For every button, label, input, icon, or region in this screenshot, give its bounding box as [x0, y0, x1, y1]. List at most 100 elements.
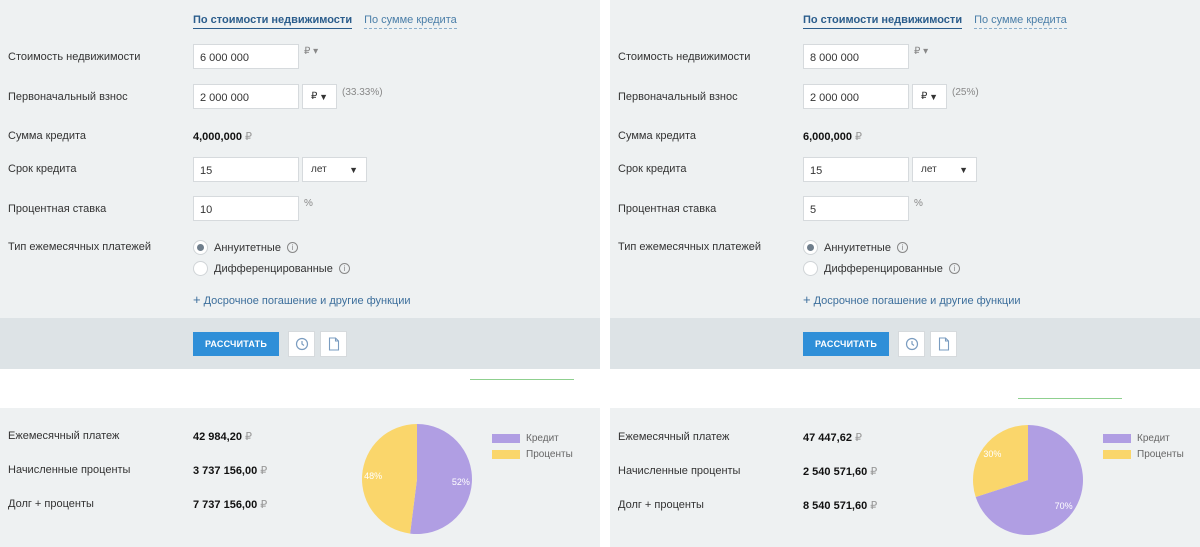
down-payment-input[interactable]: 2 000 000: [193, 84, 299, 109]
plus-icon: +: [193, 292, 201, 307]
legend-item-credit: Кредит: [1103, 430, 1184, 446]
info-icon[interactable]: i: [948, 263, 960, 274]
info-icon[interactable]: i: [286, 242, 298, 253]
radio-unchecked-icon[interactable]: [193, 261, 208, 276]
pie-label-interest: 30%: [983, 449, 1001, 459]
divider-strip: [0, 369, 600, 408]
tab-by-property-cost[interactable]: По стоимости недвижимости: [193, 14, 353, 29]
down-payment-input[interactable]: 2 000 000: [803, 84, 909, 109]
property-cost-input[interactable]: 6 000 000: [193, 44, 299, 69]
property-cost-input[interactable]: 8 000 000: [803, 44, 909, 69]
accrued-interest-label: Начисленные проценты: [618, 465, 741, 477]
term-label: Срок кредита: [8, 163, 77, 175]
clock-icon: [295, 337, 308, 351]
plus-icon: +: [803, 292, 811, 307]
legend-item-interest: Проценты: [1103, 446, 1184, 462]
rate-unit: %: [304, 198, 313, 209]
pie-label-interest: 48%: [364, 471, 382, 481]
debt-plus-interest-value: 8 540 571,60 ₽: [803, 500, 878, 512]
legend-swatch-credit: [1103, 433, 1131, 443]
chevron-down-icon: ▼: [929, 91, 938, 102]
radio-differentiated-label: Дифференцированные: [214, 262, 333, 275]
pie-label-credit: 52%: [452, 477, 470, 487]
document-button[interactable]: [320, 331, 347, 357]
radio-annuity[interactable]: Аннуитетные i: [193, 240, 298, 255]
info-icon[interactable]: i: [896, 242, 908, 253]
accrued-interest-value: 2 540 571,60 ₽: [803, 466, 878, 478]
legend-label-credit: Кредит: [526, 432, 559, 444]
radio-checked-icon[interactable]: [803, 240, 818, 255]
chevron-down-icon: ▼: [319, 91, 328, 102]
down-payment-label: Первоначальный взнос: [8, 91, 128, 103]
down-payment-unit-value: ₽: [311, 91, 318, 102]
calculate-button[interactable]: РАССЧИТАТЬ: [803, 332, 889, 356]
debt-plus-interest-label: Долг + проценты: [8, 498, 94, 510]
legend-swatch-interest: [1103, 449, 1131, 459]
property-cost-label: Стоимость недвижимости: [618, 51, 751, 63]
radio-annuity[interactable]: Аннуитетные i: [803, 240, 908, 255]
more-functions-link[interactable]: + Досрочное погашение и другие функции: [193, 292, 411, 307]
calculate-button[interactable]: РАССЧИТАТЬ: [193, 332, 279, 356]
divider-strip: [610, 369, 1200, 408]
more-functions-label: Досрочное погашение и другие функции: [813, 295, 1021, 307]
legend-label-interest: Проценты: [1137, 448, 1184, 460]
loan-amount-value: 6,000,000 ₽: [803, 131, 862, 143]
term-unit-select[interactable]: лет ▼: [912, 157, 977, 182]
document-icon: [938, 337, 949, 351]
info-icon[interactable]: i: [338, 263, 350, 274]
down-payment-unit-select[interactable]: ₽ ▼: [912, 84, 947, 109]
radio-checked-icon[interactable]: [193, 240, 208, 255]
rate-label: Процентная ставка: [8, 203, 107, 215]
term-unit-value: лет: [921, 164, 937, 175]
more-functions-link[interactable]: + Досрочное погашение и другие функции: [803, 292, 1021, 307]
pie-legend: Кредит Проценты: [492, 430, 573, 462]
term-input[interactable]: 15: [803, 157, 909, 182]
mode-tabs: По стоимости недвижимости По сумме креди…: [803, 14, 1067, 29]
term-label: Срок кредита: [618, 163, 687, 175]
down-payment-unit-select[interactable]: ₽ ▼: [302, 84, 337, 109]
down-payment-percent: (25%): [952, 87, 979, 98]
radio-differentiated[interactable]: Дифференцированные i: [193, 261, 350, 276]
results-area: [610, 408, 1200, 547]
legend-item-interest: Проценты: [492, 446, 573, 462]
mode-tabs: По стоимости недвижимости По сумме креди…: [193, 14, 457, 29]
down-payment-label: Первоначальный взнос: [618, 91, 738, 103]
payment-type-label: Тип ежемесячных платежей: [618, 241, 762, 253]
loan-amount-label: Сумма кредита: [618, 130, 697, 142]
pie-legend: Кредит Проценты: [1103, 430, 1184, 462]
payment-pie-chart: 52% 48%: [362, 424, 473, 534]
debt-plus-interest-value: 7 737 156,00 ₽: [193, 499, 268, 511]
document-button[interactable]: [930, 331, 957, 357]
radio-annuity-label: Аннуитетные: [824, 241, 891, 254]
legend-item-credit: Кредит: [492, 430, 573, 446]
monthly-payment-label: Ежемесячный платеж: [618, 431, 730, 443]
property-cost-currency-dropdown[interactable]: ₽ ▾: [304, 46, 318, 57]
tab-by-loan-amount[interactable]: По сумме кредита: [364, 14, 457, 29]
term-unit-value: лет: [311, 164, 327, 175]
tab-by-property-cost[interactable]: По стоимости недвижимости: [803, 14, 963, 29]
rate-input[interactable]: 10: [193, 196, 299, 221]
pie-label-credit: 70%: [1055, 501, 1073, 511]
rate-input[interactable]: 5: [803, 196, 909, 221]
down-payment-unit-value: ₽: [921, 91, 928, 102]
history-button[interactable]: [898, 331, 925, 357]
radio-differentiated-label: Дифференцированные: [824, 262, 943, 275]
radio-differentiated[interactable]: Дифференцированные i: [803, 261, 960, 276]
calculator-panel-left: По стоимости недвижимости По сумме креди…: [0, 0, 600, 547]
term-unit-select[interactable]: лет ▼: [302, 157, 367, 182]
legend-label-credit: Кредит: [1137, 432, 1170, 444]
monthly-payment-value: 47 447,62 ₽: [803, 432, 862, 444]
tab-by-loan-amount[interactable]: По сумме кредита: [974, 14, 1067, 29]
legend-swatch-interest: [492, 449, 520, 459]
rate-label: Процентная ставка: [618, 203, 717, 215]
calculator-panel-right: По стоимости недвижимости По сумме креди…: [610, 0, 1200, 547]
term-input[interactable]: 15: [193, 157, 299, 182]
payment-pie-chart: 70% 30%: [973, 425, 1083, 535]
payment-type-label: Тип ежемесячных платежей: [8, 241, 152, 253]
history-button[interactable]: [288, 331, 315, 357]
radio-unchecked-icon[interactable]: [803, 261, 818, 276]
accrued-interest-value: 3 737 156,00 ₽: [193, 465, 268, 477]
clock-icon: [905, 337, 918, 351]
property-cost-currency-dropdown[interactable]: ₽ ▾: [914, 46, 928, 57]
accrued-interest-label: Начисленные проценты: [8, 464, 131, 476]
